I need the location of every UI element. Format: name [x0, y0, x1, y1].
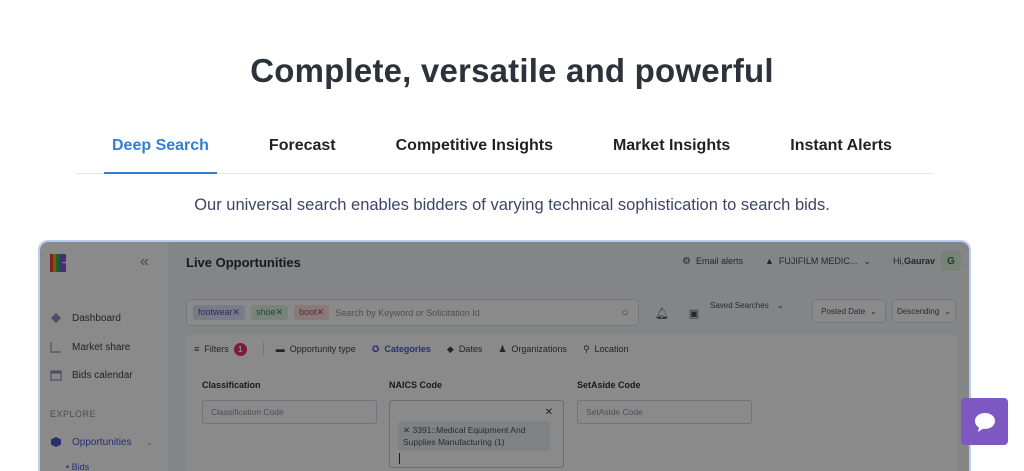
sidebar-item-label: Dashboard: [72, 312, 121, 324]
collapse-sidebar-icon[interactable]: «: [140, 253, 149, 271]
tab-organizations[interactable]: ♟ Organizations: [498, 344, 567, 355]
page: Complete, versatile and powerful Deep Se…: [0, 0, 1024, 471]
naics-label: NAICS Code: [389, 380, 443, 390]
dates-icon: ◆: [446, 343, 454, 354]
app-screenshot-frame: « Dashboard Market share Bids calendar E…: [38, 240, 971, 471]
sidebar-section-label: EXPLORE: [50, 409, 97, 419]
email-alerts-button[interactable]: ⚙ Email alerts: [682, 256, 743, 267]
saved-searches-label: Saved Searches: [710, 301, 769, 310]
tab-label: Opportunity type: [289, 344, 356, 354]
divider: [262, 342, 264, 356]
calendar-icon: [50, 370, 62, 381]
gear-icon: ⚙: [682, 255, 691, 267]
tab-forecast[interactable]: Forecast: [261, 128, 344, 174]
tab-categories[interactable]: ✪ Categories: [372, 344, 431, 355]
setaside-field[interactable]: SetAside Code: [577, 400, 752, 424]
tab-opportunity-type[interactable]: ▬ Opportunity type: [276, 344, 356, 354]
sidebar-item-label: Market share: [72, 341, 131, 353]
save-icon[interactable]: ▣: [682, 301, 706, 325]
tab-label: Location: [594, 344, 629, 354]
search-icon[interactable]: ○: [612, 307, 638, 319]
search-input[interactable]: Search by Keyword or Solicitation Id: [335, 308, 612, 318]
organization-icon: ▲: [765, 256, 774, 266]
sidebar-subitem-bids[interactable]: • Bids: [66, 462, 89, 471]
email-alerts-label: Email alerts: [695, 256, 743, 266]
tab-instant-alerts[interactable]: Instant Alerts: [782, 128, 900, 174]
sidebar-item-bids-calendar[interactable]: Bids calendar: [50, 369, 133, 381]
sidebar-item-market-share[interactable]: Market share: [50, 341, 130, 353]
sidebar-item-label: Opportunities: [72, 436, 132, 448]
sort-order-value: Descending: [897, 306, 940, 316]
feature-tabs: Deep Search Forecast Competitive Insight…: [76, 128, 934, 174]
tagline: Our universal search enables bidders of …: [194, 196, 830, 214]
people-icon: ♟: [498, 343, 507, 354]
tab-dates[interactable]: ◆ Dates: [447, 344, 482, 355]
section-headline: Complete, versatile and powerful: [250, 52, 774, 89]
tab-label: Dates: [458, 344, 483, 354]
greeting-text: Hi,: [892, 256, 904, 266]
filter-count-badge: 1: [233, 342, 247, 356]
cube-icon: [51, 437, 61, 447]
saved-searches-dropdown[interactable]: Saved Searches ⌄: [710, 301, 784, 310]
filter-icon: ≡: [194, 344, 200, 354]
chat-bubble-icon: [974, 412, 995, 432]
classification-label: Classification: [202, 380, 261, 390]
chat-button[interactable]: [961, 398, 1008, 445]
chevron-down-icon: ⌄: [944, 306, 951, 316]
user-name: Gaurav: [903, 256, 935, 266]
tab-competitive-insights[interactable]: Competitive Insights: [388, 128, 561, 174]
tab-label: Organizations: [511, 344, 567, 354]
setaside-label: SetAside Code: [577, 380, 641, 390]
user-menu[interactable]: Hi, Gaurav G: [893, 251, 961, 271]
tab-deep-search[interactable]: Deep Search: [104, 128, 217, 174]
search-chip[interactable]: boot✕: [294, 305, 330, 320]
chevron-down-icon: ⌄: [145, 436, 154, 447]
card-icon: ▬: [275, 344, 285, 354]
search-chip[interactable]: footwear✕: [193, 305, 246, 320]
close-icon[interactable]: ✕: [545, 407, 553, 418]
bell-icon[interactable]: 🔔︎: [650, 301, 674, 325]
header-actions: ⚙ Email alerts ▲ FUJIFILM MEDIC... ⌄ Hi,…: [660, 251, 961, 271]
dashboard-icon: [51, 313, 61, 323]
naics-field[interactable]: ✕ ✕ 3391::Medical Equipment And Supplies…: [389, 400, 564, 468]
text-cursor: [399, 453, 400, 464]
app-sidebar: « Dashboard Market share Bids calendar E…: [40, 242, 170, 471]
chevron-down-icon: ⌄: [870, 306, 877, 316]
chevron-down-icon: ⌄: [776, 301, 784, 310]
chart-icon: [50, 342, 61, 353]
naics-selected-chip[interactable]: ✕ 3391::Medical Equipment And Supplies M…: [398, 421, 550, 451]
chevron-down-icon: ⌄: [863, 255, 871, 266]
sidebar-item-dashboard[interactable]: Dashboard: [50, 312, 121, 324]
search-chip[interactable]: shoe✕: [251, 305, 289, 320]
filters-panel: ≡ Filters 1 ▬ Opportunity type ✪ Categor…: [186, 334, 957, 471]
sort-order-select[interactable]: Descending ⌄: [892, 299, 956, 323]
avatar[interactable]: G: [941, 251, 961, 271]
filter-tabs: ≡ Filters 1 ▬ Opportunity type ✪ Categor…: [194, 342, 645, 356]
sidebar-item-label: Bids calendar: [72, 369, 133, 381]
search-bar[interactable]: footwear✕ shoe✕ boot✕ Search by Keyword …: [186, 299, 639, 326]
tab-label: Filters: [204, 344, 229, 354]
tab-label: Categories: [384, 344, 431, 354]
sort-field-value: Posted Date: [821, 306, 866, 316]
tab-market-insights[interactable]: Market Insights: [605, 128, 738, 174]
location-pin-icon: ⚲: [582, 343, 590, 354]
tab-filters[interactable]: ≡ Filters 1: [194, 342, 247, 356]
page-title: Live Opportunities: [186, 255, 301, 270]
app-logo-icon: [50, 254, 66, 272]
categories-icon: ✪: [371, 343, 380, 354]
tab-location[interactable]: ⚲ Location: [583, 344, 629, 355]
org-switcher[interactable]: ▲ FUJIFILM MEDIC... ⌄: [765, 256, 871, 267]
sort-field-select[interactable]: Posted Date ⌄: [812, 299, 886, 323]
sidebar-item-opportunities[interactable]: Opportunities ⌄: [50, 436, 153, 448]
org-name: FUJIFILM MEDIC...: [778, 256, 858, 266]
classification-field[interactable]: Classification Code: [202, 400, 377, 424]
app-main: Live Opportunities ⚙ Email alerts ▲ FUJI…: [170, 242, 969, 471]
